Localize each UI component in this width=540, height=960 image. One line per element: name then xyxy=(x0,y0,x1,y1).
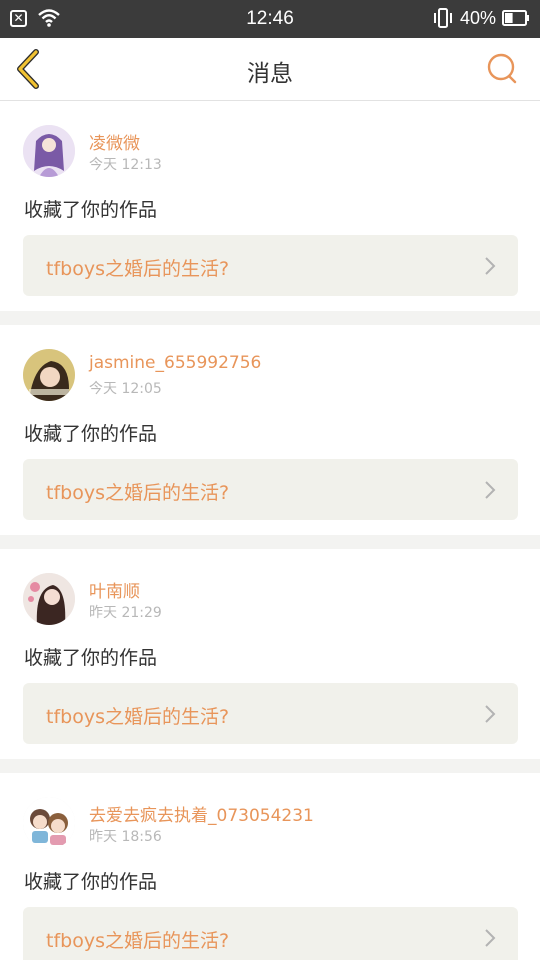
timestamp: 昨天 18:56 xyxy=(89,829,162,845)
avatar[interactable] xyxy=(23,349,75,401)
avatar-image xyxy=(23,573,75,625)
username[interactable]: 凌微微 xyxy=(89,129,140,154)
battery-percent: 40% xyxy=(459,7,496,28)
work-link[interactable]: tfboys之婚后的生活? xyxy=(23,907,518,960)
avatar-image xyxy=(23,125,75,177)
message-card: 去爱去疯去执着_073054231 昨天 18:56 收藏了你的作品 tfboy… xyxy=(0,773,540,960)
divider xyxy=(0,759,540,773)
work-title: tfboys之婚后的生活? xyxy=(46,706,230,728)
action-text: 收藏了你的作品 xyxy=(24,871,158,893)
avatar[interactable] xyxy=(23,797,75,849)
avatar-image xyxy=(23,349,75,401)
message-card: 凌微微 今天 12:13 收藏了你的作品 tfboys之婚后的生活? xyxy=(0,101,540,311)
chevron-right-icon xyxy=(485,257,496,275)
avatar[interactable] xyxy=(23,125,75,177)
timestamp: 昨天 21:29 xyxy=(89,605,162,621)
battery-icon xyxy=(502,10,529,26)
work-title: tfboys之婚后的生活? xyxy=(46,930,230,952)
timestamp: 今天 12:13 xyxy=(89,157,162,173)
chevron-right-icon xyxy=(485,929,496,947)
action-text: 收藏了你的作品 xyxy=(24,199,158,221)
work-link[interactable]: tfboys之婚后的生活? xyxy=(23,459,518,520)
vibrate-icon xyxy=(433,8,452,28)
work-link[interactable]: tfboys之婚后的生活? xyxy=(23,683,518,744)
action-text: 收藏了你的作品 xyxy=(24,423,158,445)
work-title: tfboys之婚后的生活? xyxy=(46,258,230,280)
status-bar: ✕ 12:46 40% xyxy=(0,0,540,38)
work-link[interactable]: tfboys之婚后的生活? xyxy=(23,235,518,296)
action-text: 收藏了你的作品 xyxy=(24,647,158,669)
message-list: 凌微微 今天 12:13 收藏了你的作品 tfboys之婚后的生活? jasmi… xyxy=(0,101,540,960)
username[interactable]: 叶南顺 xyxy=(89,577,140,602)
timestamp: 今天 12:05 xyxy=(89,381,162,397)
divider xyxy=(0,535,540,549)
message-card: jasmine_655992756 今天 12:05 收藏了你的作品 tfboy… xyxy=(0,325,540,535)
chevron-right-icon xyxy=(485,481,496,499)
search-icon[interactable] xyxy=(486,52,518,86)
avatar[interactable] xyxy=(23,573,75,625)
work-title: tfboys之婚后的生活? xyxy=(46,482,230,504)
avatar-image xyxy=(23,797,75,849)
message-card: 叶南顺 昨天 21:29 收藏了你的作品 tfboys之婚后的生活? xyxy=(0,549,540,759)
divider xyxy=(0,311,540,325)
username[interactable]: jasmine_655992756 xyxy=(89,353,261,373)
status-right: 40% xyxy=(432,7,530,29)
chevron-right-icon xyxy=(485,705,496,723)
username[interactable]: 去爱去疯去执着_073054231 xyxy=(89,801,314,826)
app-header: 消息 xyxy=(0,38,540,101)
page-title: 消息 xyxy=(247,61,293,87)
